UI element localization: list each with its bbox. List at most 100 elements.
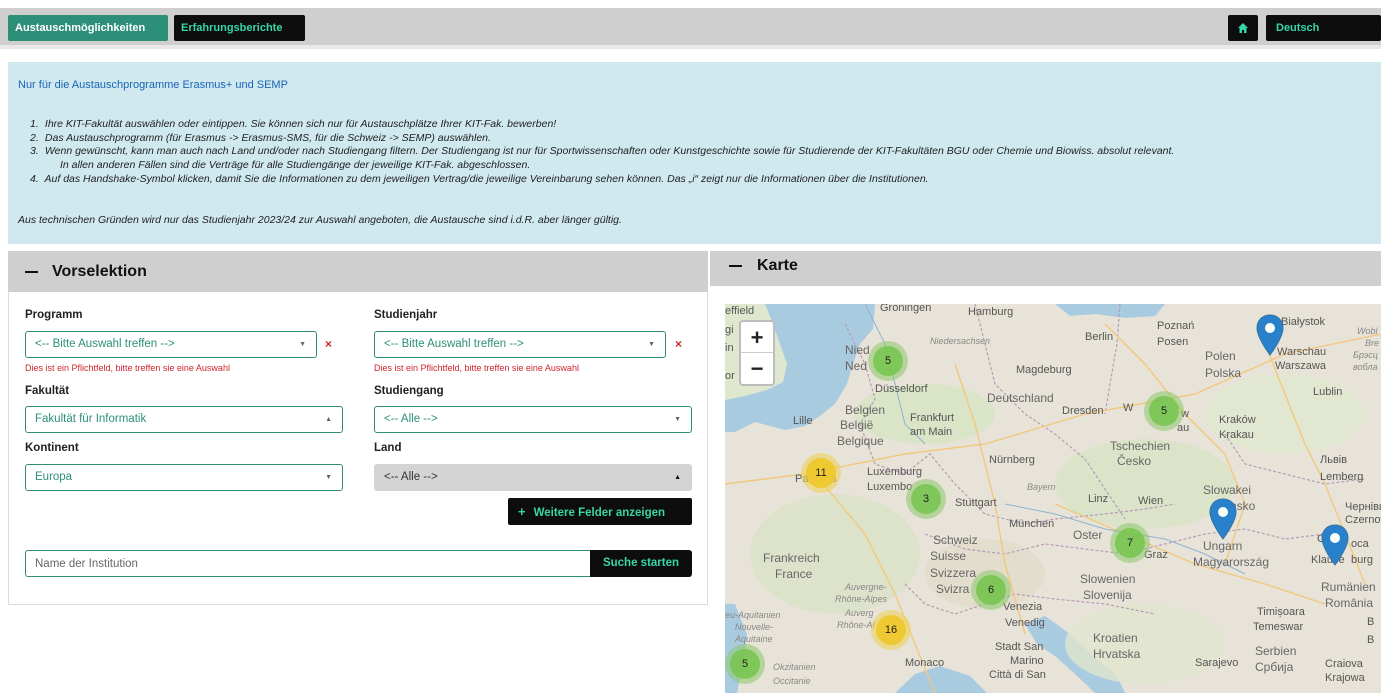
map-label: Nouvelle- [735,622,774,632]
map-label: München [1009,518,1055,530]
map-label: Frankfurt [910,412,955,424]
cluster-count: 5 [1149,396,1179,426]
marker-cluster[interactable]: 7 [1110,523,1150,563]
map-label: Groningen [880,304,932,314]
map-label: B [1367,634,1375,646]
map-label: Ungarn [1203,539,1243,553]
map-label: am Main [910,426,953,438]
studiengang-select[interactable]: <-- Alle --> ▼ [374,406,692,433]
map-label: Stuttgart [955,497,997,509]
programm-error: Dies ist ein Pflichtfeld, bitte treffen … [25,363,230,373]
studienjahr-select[interactable]: <-- Bitte Auswahl treffen --> ▼ [374,331,666,358]
map-label: Poznań [1157,320,1195,332]
chevron-down-icon: ▼ [299,341,306,348]
cluster-count: 5 [873,346,903,376]
map-label: Tschechien [1110,439,1171,453]
map-label: Svizzera [930,566,977,580]
marker-cluster[interactable]: 5 [725,644,765,684]
map-label: Rumänien [1321,580,1376,594]
map-label: Luxemburg [867,466,923,478]
marker-cluster[interactable]: 3 [906,479,946,519]
map-label: W [1123,402,1134,414]
marker-cluster[interactable]: 5 [868,341,908,381]
marker-cluster[interactable]: 11 [801,453,841,493]
cluster-count: 6 [976,575,1006,605]
map-label: Lille [793,415,813,427]
map-label: Львів [1320,454,1348,466]
map-label: Magyarország [1193,555,1270,569]
chevron-up-icon: ▲ [325,416,332,423]
map-label: Düsseldorf [875,383,928,395]
zoom-in-button[interactable]: + [741,322,773,353]
cluster-count: 16 [876,615,906,645]
cluster-count: 11 [806,458,836,488]
map-label: Suisse [930,549,967,563]
kontinent-select-value: Europa [35,471,73,483]
collapse-icon[interactable] [25,271,38,273]
map-label: Nied [845,343,870,357]
map-label: Oster [1073,528,1103,542]
kontinent-select[interactable]: Europa ▼ [25,464,343,491]
map-label: Città di San [989,669,1046,681]
map-label: Posen [1157,336,1189,348]
map-label: вобла [1353,362,1378,372]
studienjahr-label: Studienjahr [374,309,438,321]
map-label: Linz [1088,493,1109,505]
tab-exchange-opportunities[interactable]: Austauschmöglichkeiten [8,15,168,41]
programm-select[interactable]: <-- Bitte Auswahl treffen --> ▼ [25,331,317,358]
more-fields-button[interactable]: + Weitere Felder anzeigen [508,498,692,525]
instruction-text: Auf das Handshake-Symbol klicken, damit … [44,172,929,185]
marker-cluster[interactable]: 16 [871,610,911,650]
map-pin-icon[interactable] [1321,524,1349,566]
language-select[interactable]: Deutsch [1266,15,1381,41]
search-button[interactable]: Suche starten [590,550,692,577]
map-pin-icon[interactable] [1209,498,1237,540]
map-canvas[interactable]: effield gi in or Groningen Hamburg Niede… [725,304,1381,693]
map-label: Hamburg [968,306,1014,318]
instruction-number: 4. [30,172,39,185]
map-label: Чернівц [1345,501,1381,513]
more-fields-label: Weitere Felder anzeigen [533,507,666,519]
map-label: Sarajevo [1195,657,1239,669]
instruction-item: 2. Das Austauschprogramm (für Erasmus ->… [30,132,1375,146]
map-label: Aquitaine [735,634,773,644]
map-label: B [1367,616,1375,628]
map-label: Frankreich [763,551,820,565]
map-label: Rhône-Al [837,620,875,630]
marker-cluster[interactable]: 5 [1144,391,1184,431]
home-icon [1238,23,1248,33]
fakultaet-select-value: Fakultät für Informatik [35,413,147,425]
map-pin-icon[interactable] [1256,314,1284,356]
map-label: Okzitanien [773,662,816,672]
collapse-icon[interactable] [729,265,742,267]
programm-clear-icon[interactable]: × [325,337,332,351]
zoom-out-button[interactable]: − [741,353,773,384]
map-label: Ned [845,359,868,373]
map-label: Stadt San [995,641,1044,653]
land-label: Land [374,442,402,454]
studienjahr-error: Dies ist ein Pflichtfeld, bitte treffen … [374,363,579,373]
instruction-item: 1. Ihre KIT-Fakultät auswählen oder eint… [30,118,1375,132]
map-label: Belgien [845,403,886,417]
map-header[interactable] [710,251,1381,286]
institution-search-input[interactable] [25,550,591,577]
studienjahr-clear-icon[interactable]: × [675,337,682,351]
programm-label: Programm [25,309,83,321]
instruction-text: Wenn gewünscht, kann man auch nach Land … [44,145,1175,158]
map-label: Wien [1138,495,1164,507]
chevron-down-icon: ▼ [674,416,681,423]
fakultaet-select[interactable]: Fakultät für Informatik ▲ [25,406,343,433]
tab-experience-reports[interactable]: Erfahrungsberichte [174,15,305,41]
map-label: Slovenija [1083,588,1132,602]
instruction-text: In allen anderen Fällen sind die Verträg… [60,159,531,172]
land-select[interactable]: <-- Alle --> ▲ [374,464,692,491]
map-label: Czernowit [1345,514,1381,526]
home-button[interactable] [1228,15,1258,41]
chevron-down-icon: ▼ [648,341,655,348]
map-label: Svizra [936,582,970,596]
map-label: Slowenien [1080,572,1136,586]
map-label: Niedersachsen [930,336,991,346]
marker-cluster[interactable]: 6 [971,570,1011,610]
instruction-continuation: In allen anderen Fällen sind die Verträg… [30,159,1375,173]
cluster-count: 5 [730,649,760,679]
